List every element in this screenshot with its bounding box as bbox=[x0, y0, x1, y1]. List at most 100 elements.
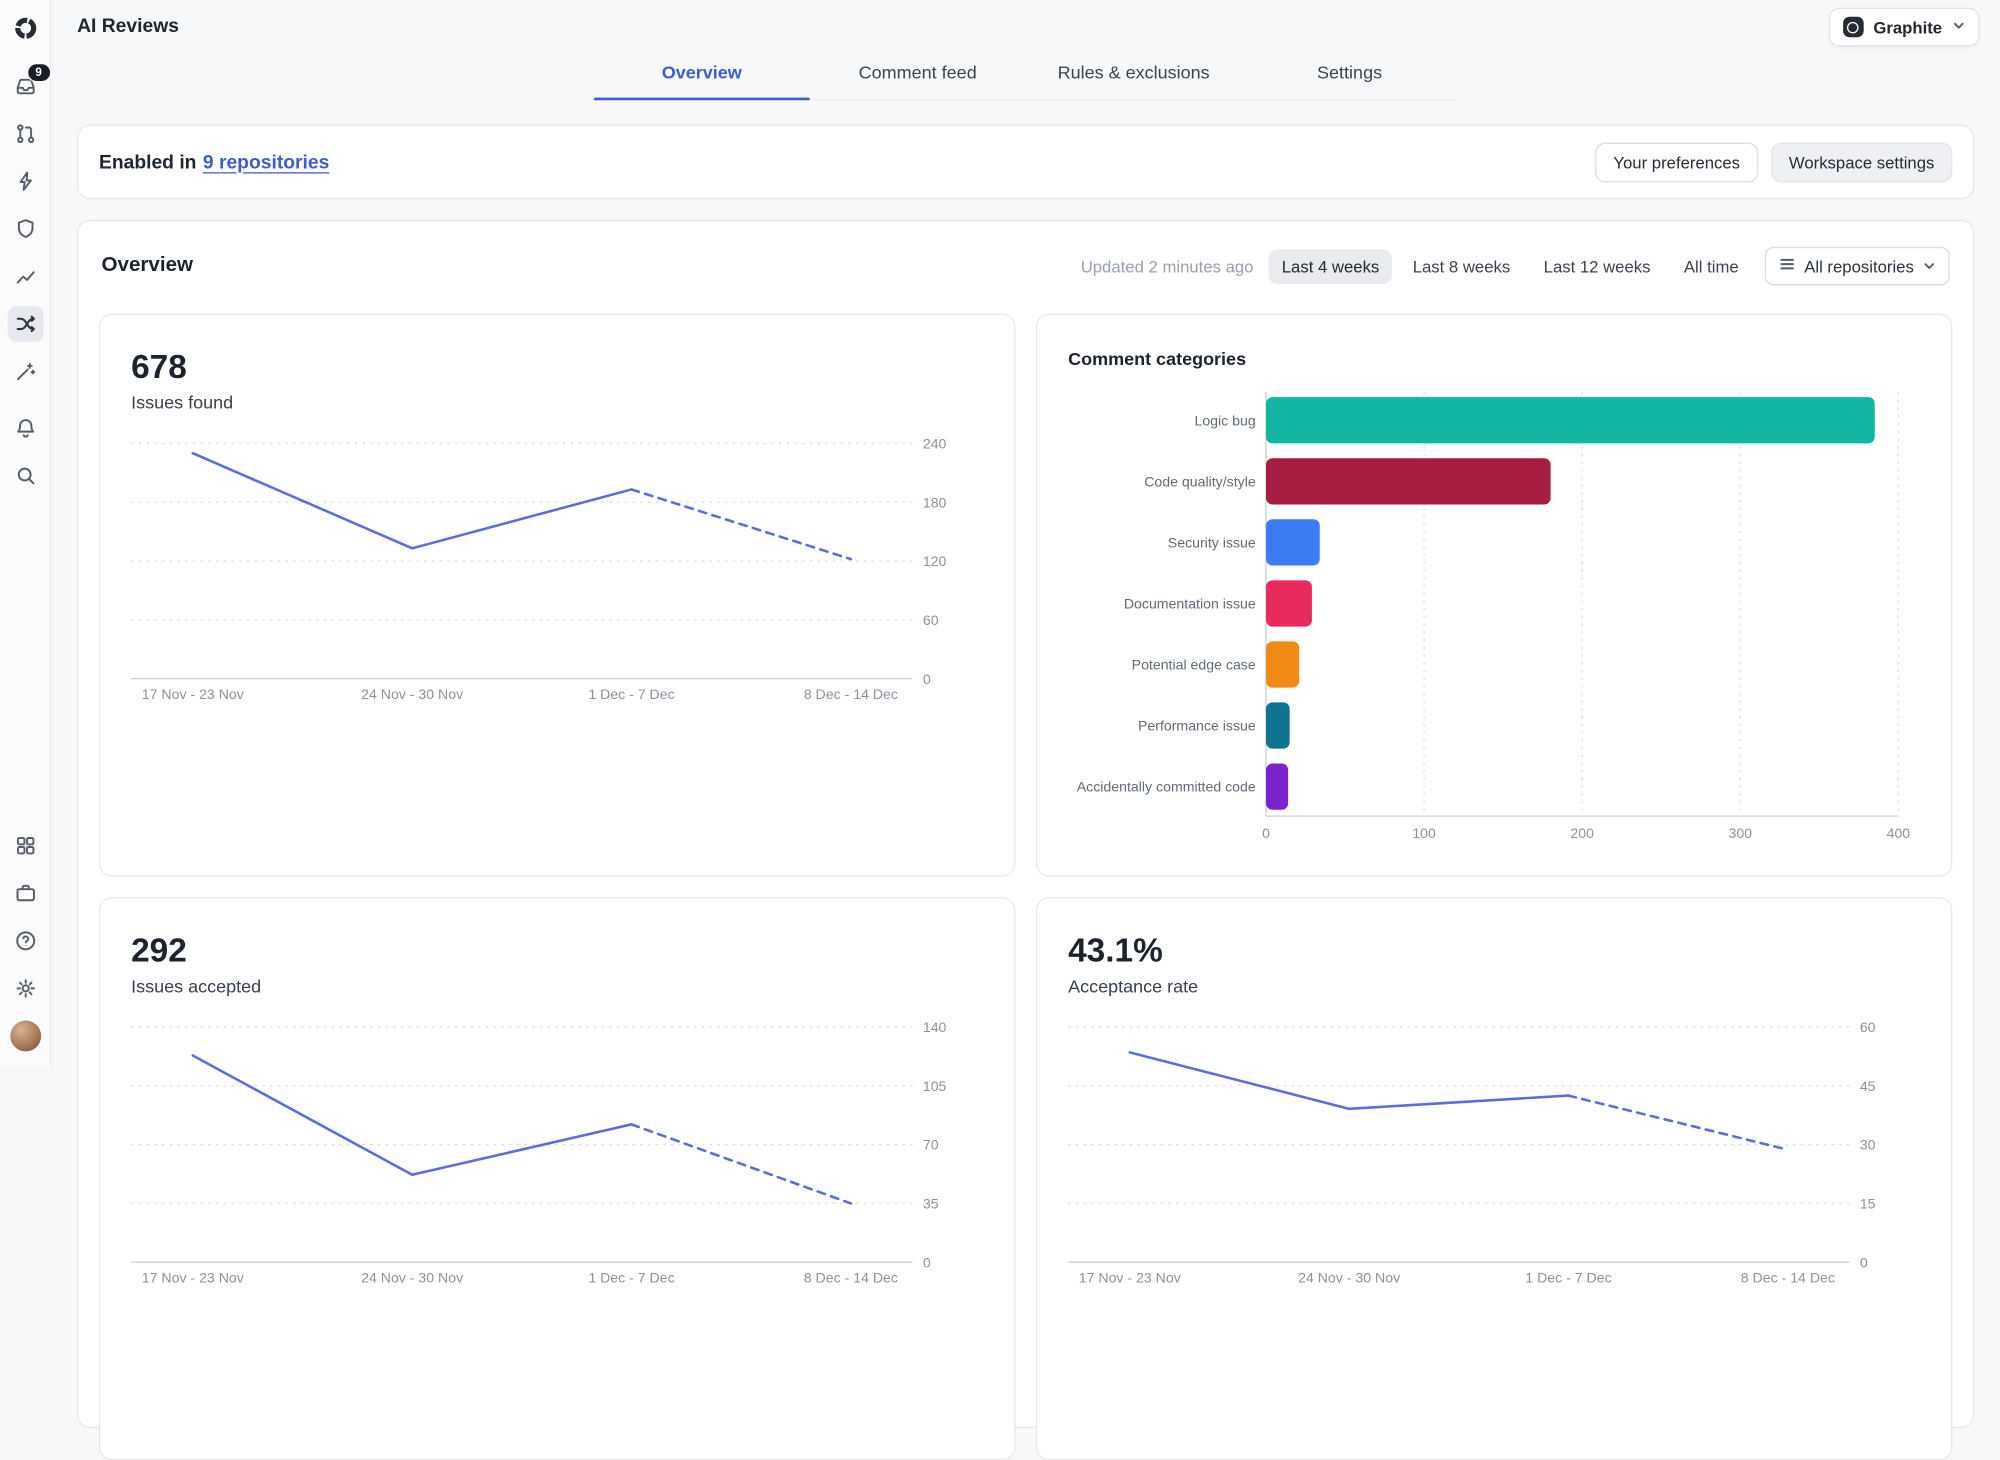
comment-categories-title: Comment categories bbox=[1068, 348, 1247, 369]
svg-text:Accidentally committed code: Accidentally committed code bbox=[1077, 779, 1256, 795]
comment-categories-bar-chart: 0 100 200 300 400 Logic bug Code quality/style… bbox=[1077, 392, 1910, 841]
acceptance-rate-label: Acceptance rate bbox=[1068, 975, 1199, 997]
bell-icon bbox=[13, 416, 36, 439]
svg-text:17 Nov - 23 Nov: 17 Nov - 23 Nov bbox=[1079, 1270, 1182, 1286]
sidebar-item-profile[interactable] bbox=[7, 1017, 43, 1053]
svg-text:Security issue: Security issue bbox=[1168, 535, 1256, 551]
your-preferences-button[interactable]: Your preferences bbox=[1595, 142, 1759, 182]
svg-text:8 Dec - 14 Dec: 8 Dec - 14 Dec bbox=[804, 686, 898, 702]
workspace-settings-button[interactable]: Workspace settings bbox=[1770, 142, 1953, 182]
acceptance-rate-line-chart: 0 15 30 45 60 17 Nov - 23 Nov 24 Nov - 30 Nov 1… bbox=[1068, 1019, 1876, 1286]
issues-accepted-value: 292 bbox=[131, 930, 187, 970]
shield-icon bbox=[13, 217, 36, 240]
stats-grid: 678 Issues found 0 60 120 180 240 17 Nov - 23… bbox=[98, 313, 1953, 1460]
svg-text:1 Dec - 7 Dec: 1 Dec - 7 Dec bbox=[588, 686, 674, 702]
svg-text:17 Nov - 23 Nov: 17 Nov - 23 Nov bbox=[142, 1270, 245, 1286]
svg-text:45: 45 bbox=[1860, 1078, 1876, 1094]
svg-text:200: 200 bbox=[1570, 825, 1594, 841]
range-last-8-weeks[interactable]: Last 8 weeks bbox=[1400, 249, 1523, 284]
overview-section: Overview Updated 2 minutes ago Last 4 we… bbox=[77, 219, 1975, 1460]
tab-rules-exclusions[interactable]: Rules & exclusions bbox=[1026, 51, 1242, 99]
issues-found-card: 678 Issues found 0 60 120 180 240 17 Nov - 23… bbox=[98, 313, 1016, 877]
inbox-notification-badge: 9 bbox=[26, 62, 51, 82]
svg-text:15: 15 bbox=[1860, 1196, 1876, 1212]
svg-text:1 Dec - 7 Dec: 1 Dec - 7 Dec bbox=[1525, 1270, 1611, 1286]
svg-text:0: 0 bbox=[923, 1254, 931, 1270]
svg-text:300: 300 bbox=[1729, 825, 1753, 841]
sidebar-item-workspace[interactable] bbox=[7, 875, 43, 911]
chevron-down-icon bbox=[1952, 15, 1965, 38]
sidebar-item-help[interactable] bbox=[7, 922, 43, 958]
svg-text:60: 60 bbox=[1860, 1019, 1876, 1035]
sidebar-item-apps[interactable] bbox=[7, 827, 43, 863]
sidebar-item-ai-tools[interactable] bbox=[7, 353, 43, 389]
help-icon bbox=[13, 929, 36, 952]
pull-request-icon bbox=[13, 121, 36, 144]
svg-text:Potential edge case: Potential edge case bbox=[1132, 657, 1256, 673]
svg-text:100: 100 bbox=[1412, 825, 1436, 841]
topbar: AI Reviews Graphite Overview Comment fee… bbox=[51, 0, 2000, 111]
svg-text:0: 0 bbox=[923, 671, 931, 687]
graphite-workspace-icon bbox=[1842, 16, 1864, 38]
sidebar-logo-button[interactable] bbox=[7, 10, 43, 46]
user-avatar bbox=[9, 1019, 41, 1051]
sidebar-item-notifications[interactable] bbox=[7, 410, 43, 446]
issues-found-line-chart: 0 60 120 180 240 17 Nov - 23 Nov 24 Nov - 30 N… bbox=[131, 436, 947, 702]
sidebar-item-ai-reviews[interactable] bbox=[7, 305, 44, 342]
issues-found-value: 678 bbox=[131, 347, 187, 386]
svg-text:17 Nov - 23 Nov: 17 Nov - 23 Nov bbox=[142, 686, 245, 702]
svg-text:140: 140 bbox=[923, 1019, 947, 1035]
chevron-down-icon bbox=[1923, 256, 1936, 275]
issues-accepted-line-chart: 0 35 70 105 140 17 Nov - 23 Nov 24 Nov - 30 No… bbox=[131, 1019, 947, 1286]
tab-settings[interactable]: Settings bbox=[1242, 51, 1458, 99]
updated-timestamp: Updated 2 minutes ago bbox=[1080, 256, 1254, 276]
svg-text:240: 240 bbox=[923, 436, 947, 452]
overview-controls: Updated 2 minutes ago Last 4 weeks Last … bbox=[1080, 246, 1950, 286]
svg-text:Performance issue: Performance issue bbox=[1138, 718, 1256, 734]
repository-filter-label: All repositories bbox=[1804, 256, 1914, 276]
range-last-12-weeks[interactable]: Last 12 weeks bbox=[1531, 249, 1664, 284]
briefcase-icon bbox=[13, 881, 36, 904]
magic-wand-icon bbox=[13, 359, 36, 382]
list-icon bbox=[1779, 256, 1796, 277]
search-icon bbox=[13, 464, 36, 487]
svg-text:120: 120 bbox=[923, 553, 947, 569]
svg-text:35: 35 bbox=[923, 1196, 939, 1212]
svg-text:0: 0 bbox=[1860, 1254, 1868, 1270]
main-content: AI Reviews Graphite Overview Comment fee… bbox=[51, 0, 2000, 1460]
sidebar-item-automations[interactable] bbox=[7, 163, 43, 199]
enabled-repositories-text: Enabled in 9 repositories bbox=[99, 151, 329, 173]
tab-comment-feed[interactable]: Comment feed bbox=[810, 51, 1026, 99]
svg-text:Documentation issue: Documentation issue bbox=[1124, 596, 1256, 612]
issues-found-label: Issues found bbox=[131, 392, 234, 413]
svg-text:Logic bug: Logic bug bbox=[1194, 412, 1255, 428]
range-last-4-weeks[interactable]: Last 4 weeks bbox=[1268, 248, 1393, 284]
page-title: AI Reviews bbox=[77, 15, 179, 38]
enabled-repositories-banner: Enabled in 9 repositories Your preference… bbox=[77, 124, 1975, 200]
sidebar-item-inbox[interactable]: 9 bbox=[7, 62, 51, 103]
svg-text:105: 105 bbox=[923, 1078, 947, 1094]
svg-text:8 Dec - 14 Dec: 8 Dec - 14 Dec bbox=[804, 1270, 898, 1286]
line-chart-icon bbox=[13, 264, 36, 287]
workspace-name: Graphite bbox=[1873, 17, 1943, 37]
svg-text:70: 70 bbox=[923, 1137, 939, 1153]
shuffle-icon bbox=[13, 312, 36, 335]
acceptance-rate-value: 43.1% bbox=[1068, 930, 1163, 970]
graphite-logo-icon bbox=[13, 17, 36, 40]
sidebar-item-merge-protections[interactable] bbox=[7, 210, 43, 246]
range-all-time[interactable]: All time bbox=[1671, 249, 1751, 284]
repository-filter-dropdown[interactable]: All repositories bbox=[1764, 246, 1950, 286]
sidebar-item-search[interactable] bbox=[7, 458, 43, 494]
section-title: Overview bbox=[101, 254, 193, 277]
sidebar-item-insights[interactable] bbox=[7, 258, 43, 294]
workspace-switcher-button[interactable]: Graphite bbox=[1828, 7, 1980, 47]
repositories-link[interactable]: 9 repositories bbox=[203, 151, 329, 173]
sidebar-item-settings[interactable] bbox=[7, 970, 43, 1006]
issues-accepted-card: 292 Issues accepted 0 35 70 105 140 17 Nov - … bbox=[98, 897, 1016, 1460]
svg-text:1 Dec - 7 Dec: 1 Dec - 7 Dec bbox=[588, 1270, 674, 1286]
svg-text:Code quality/style: Code quality/style bbox=[1144, 473, 1256, 489]
sidebar-item-pull-requests[interactable] bbox=[7, 115, 43, 151]
grid-icon bbox=[13, 834, 36, 857]
tab-overview[interactable]: Overview bbox=[593, 51, 810, 101]
svg-text:8 Dec - 14 Dec: 8 Dec - 14 Dec bbox=[1741, 1270, 1835, 1286]
